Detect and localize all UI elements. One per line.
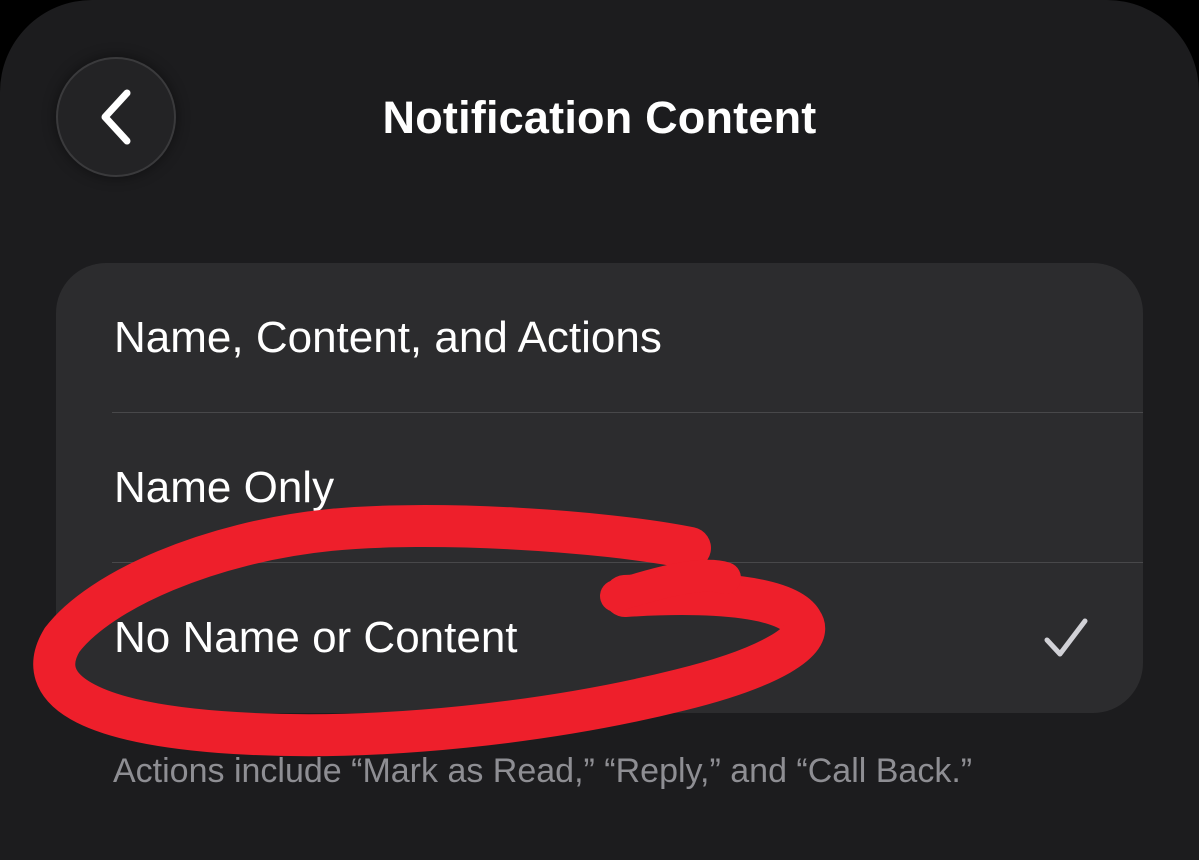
option-label: Name, Content, and Actions: [114, 313, 662, 362]
option-no-name-or-content[interactable]: No Name or Content: [56, 563, 1143, 713]
checkmark-icon: [1044, 618, 1088, 657]
options-list: Name, Content, and Actions Name Only No …: [56, 263, 1143, 713]
option-label: Name Only: [114, 463, 335, 512]
footer-note: Actions include “Mark as Read,” “Reply,”…: [113, 752, 973, 790]
option-name-only[interactable]: Name Only: [56, 413, 1143, 563]
settings-screen: Notification Content Name, Content, and …: [0, 0, 1199, 860]
page-title: Notification Content: [382, 92, 817, 143]
option-label: No Name or Content: [114, 613, 518, 662]
option-name-content-actions[interactable]: Name, Content, and Actions: [56, 263, 1143, 413]
